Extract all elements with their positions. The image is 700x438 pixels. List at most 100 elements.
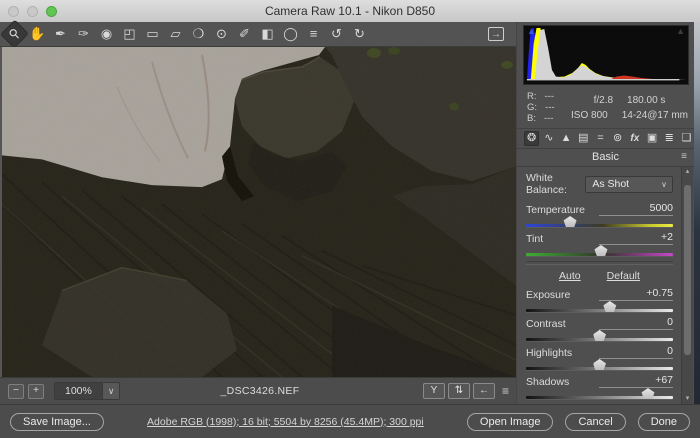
preferences-tool-icon[interactable]: ≡ — [303, 24, 324, 44]
tab-detail[interactable]: ▲ — [558, 131, 573, 146]
cancel-button[interactable]: Cancel — [565, 413, 625, 431]
tab-presets[interactable]: ≣ — [662, 131, 677, 146]
workflow-options-link[interactable]: Adobe RGB (1998); 16 bit; 5504 by 8256 (… — [104, 416, 467, 428]
tab-basic[interactable]: ❂ — [524, 131, 539, 146]
slider-value-field[interactable]: 0 — [599, 345, 673, 359]
zoom-level-value: 100% — [55, 383, 102, 399]
tab-hsl-grayscale[interactable]: ▤ — [576, 131, 591, 146]
filename-label: _DSC3426.NEF — [120, 385, 400, 397]
slider-label: Highlights — [526, 347, 572, 359]
tab-split-toning[interactable]: = — [593, 131, 608, 146]
tab-camera-calibration[interactable]: ▣ — [644, 131, 659, 146]
slider-highlights: Highlights 0 — [526, 346, 673, 370]
b-value: --- — [544, 113, 554, 124]
panel-title: Basic — [592, 151, 619, 163]
rgb-readout: R:--- G:--- B:--- — [527, 91, 571, 124]
panel-scroll-area: White Balance: As Shot ∨ Temperature 5000… — [517, 167, 694, 404]
scrollbar-thumb[interactable] — [684, 185, 691, 355]
copy-settings-button[interactable]: ← — [473, 383, 495, 399]
slider-contrast: Contrast0 — [526, 317, 673, 341]
slider-value-field[interactable]: +2 — [599, 231, 673, 245]
shadow-clipping-indicator[interactable]: ▲ — [527, 26, 536, 36]
g-label: G: — [527, 102, 537, 113]
white-balance-select[interactable]: As Shot ∨ — [585, 176, 673, 193]
slider-shadows: Shadows +67 — [526, 375, 673, 399]
iso-value: ISO 800 — [571, 110, 608, 121]
radial-filter-tool-icon[interactable]: ◯ — [280, 24, 301, 44]
slider-value-field[interactable]: +67 — [599, 374, 673, 388]
red-eye-tool-icon[interactable]: ⊙ — [211, 24, 232, 44]
slider-track[interactable] — [526, 309, 673, 312]
slider-value-field[interactable]: +0.75 — [599, 287, 673, 301]
histogram[interactable]: ▲ ▲ — [523, 25, 689, 85]
zoom-tool-icon[interactable]: ⚲ — [0, 20, 29, 49]
slider-track[interactable] — [526, 367, 673, 370]
swap-before-after-button[interactable]: ⇅ — [448, 383, 470, 399]
graduated-filter-tool-icon[interactable]: ◧ — [257, 24, 278, 44]
spot-removal-tool-icon[interactable]: ❍ — [188, 24, 209, 44]
window-title: Camera Raw 10.1 - Nikon D850 — [0, 4, 700, 18]
slider-track[interactable] — [526, 224, 673, 227]
panel-menu-icon[interactable]: ≡ — [681, 151, 686, 162]
crop-tool-icon[interactable]: ◰ — [119, 24, 140, 44]
panel-tabs: ❂∿▲▤=⊚fx▣≣❏ — [517, 129, 694, 149]
auto-link[interactable]: Auto — [559, 270, 581, 282]
photo-preview[interactable] — [0, 47, 516, 377]
tab-tone-curve[interactable]: ∿ — [541, 131, 556, 146]
slider-thumb[interactable] — [642, 388, 655, 399]
tab-lens-corrections[interactable]: ⊚ — [610, 131, 625, 146]
before-after-cycle-button[interactable]: Y — [423, 383, 445, 399]
rotate-left-tool-icon[interactable]: ↺ — [326, 24, 347, 44]
panel-header: Basic ≡ — [517, 149, 694, 167]
footer-actions: Open Image Cancel Done — [467, 413, 690, 431]
preview-toolbar: − + 100% ∨ _DSC3426.NEF Y ⇅ ← ≡ — [0, 377, 516, 404]
color-sampler-tool-icon[interactable]: ✑ — [73, 24, 94, 44]
slider-label: Temperature — [526, 204, 585, 216]
slider-value-field[interactable]: 0 — [599, 316, 673, 330]
g-value: --- — [545, 102, 555, 113]
slider-thumb[interactable] — [594, 245, 607, 256]
open-image-button[interactable]: Open Image — [467, 413, 554, 431]
zoom-in-button[interactable]: + — [28, 384, 44, 399]
done-button[interactable]: Done — [638, 413, 690, 431]
white-balance-value: As Shot — [586, 178, 661, 190]
shutter-value: 180.00 s — [627, 95, 665, 106]
basic-controls: White Balance: As Shot ∨ Temperature 5000… — [517, 167, 681, 404]
scroll-up-arrow[interactable]: ▴ — [686, 167, 690, 177]
zoom-out-button[interactable]: − — [8, 384, 24, 399]
save-image-button[interactable]: Save Image... — [10, 413, 104, 431]
slider-thumb[interactable] — [593, 330, 606, 341]
preview-preferences-icon[interactable]: ≡ — [502, 384, 508, 398]
adjustment-brush-tool-icon[interactable]: ✐ — [234, 24, 255, 44]
slider-tint: Tint+2 — [526, 232, 673, 256]
scrollbar-track[interactable] — [684, 177, 691, 394]
white-balance-tool-icon[interactable]: ✒ — [50, 24, 71, 44]
zoom-level-select[interactable]: 100% ∨ — [54, 382, 120, 400]
slider-value-field[interactable]: 5000 — [599, 202, 673, 216]
slider-thumb[interactable] — [603, 301, 616, 312]
slider-track[interactable] — [526, 396, 673, 399]
highlight-clipping-indicator[interactable]: ▲ — [676, 26, 685, 36]
targeted-adjustment-tool-icon[interactable]: ◉ — [96, 24, 117, 44]
photo-image — [2, 47, 516, 377]
before-after-controls: Y ⇅ ← ≡ — [423, 383, 508, 399]
transform-tool-icon[interactable]: ▱ — [165, 24, 186, 44]
scroll-down-arrow[interactable]: ▾ — [686, 394, 690, 404]
hand-tool-icon[interactable]: ✋ — [27, 24, 48, 44]
slider-thumb[interactable] — [593, 359, 606, 370]
slider-track[interactable] — [526, 253, 673, 256]
slider-label: Shadows — [526, 376, 569, 388]
aperture-value: f/2.8 — [594, 95, 613, 106]
r-value: --- — [545, 91, 555, 102]
slider-track[interactable] — [526, 338, 673, 341]
straighten-tool-icon[interactable]: ▭ — [142, 24, 163, 44]
panel-scrollbar[interactable]: ▴ ▾ — [681, 167, 693, 404]
tab-snapshots[interactable]: ❏ — [679, 131, 694, 146]
fullscreen-toggle-icon[interactable]: → — [488, 27, 504, 41]
histogram-plot — [524, 26, 688, 84]
tab-effects[interactable]: fx — [627, 131, 642, 146]
white-balance-label: White Balance: — [526, 172, 585, 196]
rotate-right-tool-icon[interactable]: ↻ — [349, 24, 370, 44]
default-link[interactable]: Default — [607, 270, 640, 282]
slider-thumb[interactable] — [564, 216, 577, 227]
